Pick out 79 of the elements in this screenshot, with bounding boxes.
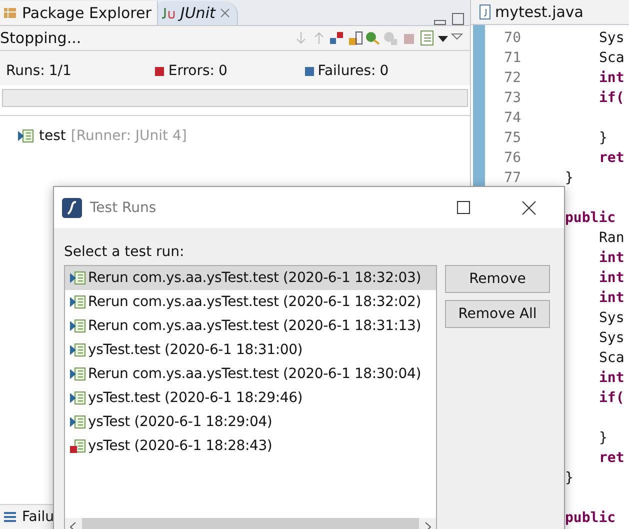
test-run-item[interactable]: Rerun com.ys.aa.ysTest.test (2020-6-1 18:32:03) xyxy=(65,266,436,290)
code-text: if( xyxy=(599,390,624,406)
code-text: public xyxy=(565,510,616,526)
test-run-item[interactable]: ysTest (2020-6-1 18:28:43) xyxy=(65,434,436,458)
test-suite-icon xyxy=(70,366,86,382)
dialog-title: Test Runs xyxy=(90,200,156,216)
test-suite-icon xyxy=(70,318,86,334)
code-text: int xyxy=(599,70,624,86)
close-icon xyxy=(522,200,536,214)
maximize-icon xyxy=(457,201,470,214)
code-text: Sys xyxy=(599,30,624,46)
code-text: int xyxy=(599,370,624,386)
line-number: 77 xyxy=(503,170,521,186)
code-text: Sys xyxy=(599,330,624,346)
counter-value: 0 xyxy=(218,63,228,79)
code-text: ret xyxy=(599,150,624,166)
editor-tab[interactable]: mytest.java xyxy=(471,0,629,25)
line-number: 74 xyxy=(503,110,521,126)
tree-item[interactable]: test xyxy=(39,128,66,144)
runner-label: [Runner: JUnit 4] xyxy=(70,128,187,144)
counter-value: 1/1 xyxy=(48,63,72,79)
error-suite-icon xyxy=(70,438,86,454)
remove-button[interactable]: Remove xyxy=(445,265,550,293)
code-text: public xyxy=(565,210,616,226)
history-icon xyxy=(418,30,436,46)
test-suite-icon xyxy=(70,270,86,286)
line-number: 76 xyxy=(503,150,521,166)
failures-tab[interactable]: Failu xyxy=(22,509,54,525)
counter-label: Errors: xyxy=(168,63,214,79)
code-text: } xyxy=(599,430,608,446)
code-text: if( xyxy=(599,90,624,106)
test-run-item[interactable]: ysTest (2020-6-1 18:29:04) xyxy=(65,410,436,434)
test-run-item[interactable]: Rerun com.ys.aa.ysTest.test (2020-6-1 18:30:04) xyxy=(65,362,436,386)
line-number: 70 xyxy=(503,30,521,46)
test-suite-icon xyxy=(70,390,86,406)
junit-icon xyxy=(160,5,176,21)
remove-button[interactable]: Remove All xyxy=(445,300,550,328)
code-text: int xyxy=(599,250,624,266)
failures-filter-icon xyxy=(328,30,346,46)
code-text: } xyxy=(565,470,574,486)
view-tab[interactable]: JUnit xyxy=(158,1,238,25)
test-run-item[interactable]: ysTest.test (2020-6-1 18:29:46) xyxy=(65,386,436,410)
test-suite-icon xyxy=(70,294,86,310)
code-text: int xyxy=(599,290,624,306)
code-text: } xyxy=(565,170,574,186)
test-suite-icon xyxy=(18,128,34,144)
close-icon xyxy=(219,7,232,19)
test-suite-icon xyxy=(70,414,86,430)
code-text: Sca xyxy=(599,350,624,366)
code-text: Sys xyxy=(599,310,624,326)
test-run-item[interactable]: Rerun com.ys.aa.ysTest.test (2020-6-1 18:31:13) xyxy=(65,314,436,338)
counter-label: Failures: xyxy=(318,63,376,79)
code-text: Sca xyxy=(599,50,624,66)
view-tab[interactable]: Package Explorer xyxy=(0,1,158,25)
line-number: 73 xyxy=(503,90,521,106)
line-number: 75 xyxy=(503,130,521,146)
minimize-icon xyxy=(434,20,446,25)
counter-label: Runs: xyxy=(6,63,45,79)
line-number: 72 xyxy=(503,70,521,86)
code-text: } xyxy=(599,130,608,146)
error-icon xyxy=(155,66,164,76)
failure-icon xyxy=(304,66,314,76)
status-text: Stopping... xyxy=(0,29,82,47)
scroll-right-icon xyxy=(425,522,431,529)
code-text: int xyxy=(599,270,624,286)
prompt-label: Select a test run: xyxy=(64,244,186,260)
maximize-icon xyxy=(452,13,464,25)
list-icon xyxy=(2,509,18,525)
counter-value: 0 xyxy=(380,63,389,79)
code-text: Ran xyxy=(599,230,624,246)
code-text: ret xyxy=(599,450,624,466)
test-run-item[interactable]: Rerun com.ys.aa.ysTest.test (2020-6-1 18:32:02) xyxy=(65,290,436,314)
package-icon xyxy=(2,5,18,21)
line-number: 71 xyxy=(503,50,521,66)
scroll-left-icon xyxy=(70,522,76,529)
test-suite-icon xyxy=(70,342,86,358)
app-logo-icon xyxy=(62,198,82,218)
java-file-icon xyxy=(479,4,491,20)
test-run-item[interactable]: ysTest.test (2020-6-1 18:31:00) xyxy=(65,338,436,362)
